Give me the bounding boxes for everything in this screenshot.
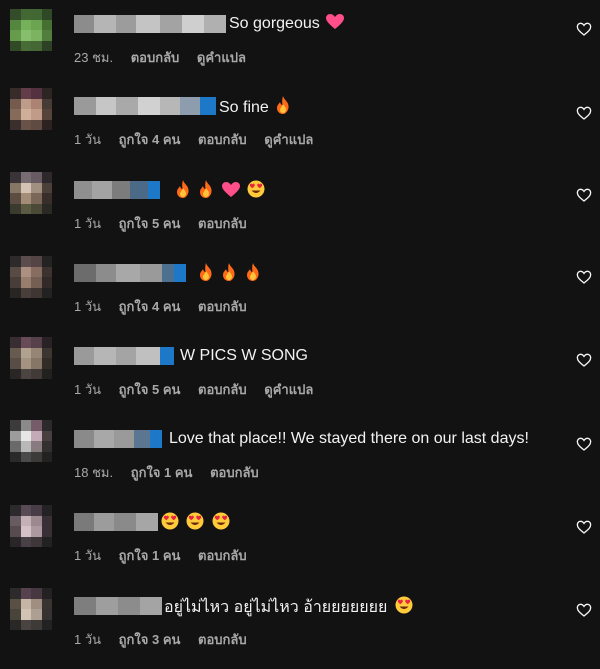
comment-meta: 1 วัน ถูกใจ 4 คน ตอบกลับ bbox=[74, 296, 261, 317]
reply-button[interactable]: ตอบกลับ bbox=[198, 382, 247, 397]
username-redacted[interactable] bbox=[74, 347, 174, 365]
avatar[interactable] bbox=[10, 88, 52, 130]
comment-time: 1 วัน bbox=[74, 216, 102, 231]
likes-count[interactable]: ถูกใจ 5 คน bbox=[119, 382, 181, 397]
comment-time: 18 ชม. bbox=[74, 465, 114, 480]
pink-heart-emoji bbox=[221, 182, 240, 204]
comment-meta: 1 วัน ถูกใจ 5 คน ตอบกลับ bbox=[74, 213, 261, 234]
comment-item: 1 วัน ถูกใจ 5 คน ตอบกลับ bbox=[0, 172, 600, 253]
heart-outline-icon[interactable] bbox=[576, 21, 592, 37]
avatar[interactable] bbox=[10, 172, 52, 214]
comment-item: So fine 1 วัน ถูกใจ 4 คน ตอบกลับ ดูคำแปล bbox=[0, 88, 600, 169]
reply-button[interactable]: ตอบกลับ bbox=[198, 216, 247, 231]
heart-eyes-emoji bbox=[247, 180, 265, 204]
comment-time: 1 วัน bbox=[74, 299, 102, 314]
comment-text-body: W PICS W SONG bbox=[180, 347, 308, 364]
comment-item: อยู่ไม่ไหว อยู่ไม่ไหว อ้ายยยยยยย 1 วัน ถ… bbox=[0, 588, 600, 669]
translate-button[interactable]: ดูคำแปล bbox=[264, 382, 313, 397]
likes-count[interactable]: ถูกใจ 4 คน bbox=[119, 132, 181, 147]
comment-meta: 1 วัน ถูกใจ 4 คน ตอบกลับ ดูคำแปล bbox=[74, 129, 327, 150]
pink-heart-emoji bbox=[325, 14, 344, 36]
comment-meta: 23 ชม. ตอบกลับ ดูคำแปล bbox=[74, 47, 260, 68]
avatar[interactable] bbox=[10, 588, 52, 630]
heart-eyes-emoji bbox=[186, 512, 204, 536]
heart-outline-icon[interactable] bbox=[576, 519, 592, 535]
likes-count[interactable]: ถูกใจ 1 คน bbox=[131, 465, 193, 480]
comment-item: 1 วัน ถูกใจ 1 คน ตอบกลับ bbox=[0, 505, 600, 585]
username-redacted[interactable] bbox=[74, 597, 162, 615]
comment-text-body: So fine bbox=[219, 99, 269, 116]
comment-text: So fine bbox=[219, 96, 291, 120]
avatar[interactable] bbox=[10, 420, 52, 462]
comment-item: W PICS W SONG 1 วัน ถูกใจ 5 คน ตอบกลับ ด… bbox=[0, 337, 600, 419]
reply-button[interactable]: ตอบกลับ bbox=[198, 632, 247, 647]
likes-count[interactable]: ถูกใจ 4 คน bbox=[119, 299, 181, 314]
comment-text-body: อยู่ไม่ไหว อยู่ไม่ไหว อ้ายยยยยยย bbox=[164, 599, 388, 616]
comment-time: 1 วัน bbox=[74, 548, 102, 563]
likes-count[interactable]: ถูกใจ 1 คน bbox=[119, 548, 181, 563]
reply-button[interactable]: ตอบกลับ bbox=[198, 299, 247, 314]
username-redacted[interactable] bbox=[74, 97, 216, 115]
avatar[interactable] bbox=[10, 9, 52, 51]
reply-button[interactable]: ตอบกลับ bbox=[210, 465, 259, 480]
fire-emoji bbox=[175, 180, 191, 204]
fire-emoji bbox=[198, 180, 214, 204]
fire-emoji bbox=[221, 263, 237, 287]
heart-outline-icon[interactable] bbox=[576, 269, 592, 285]
username-redacted[interactable] bbox=[74, 264, 186, 282]
avatar[interactable] bbox=[10, 505, 52, 547]
heart-outline-icon[interactable] bbox=[576, 105, 592, 121]
comment-time: 1 วัน bbox=[74, 632, 102, 647]
comment-text: อยู่ไม่ไหว อยู่ไม่ไหว อ้ายยยยยยย bbox=[164, 596, 413, 620]
comment-meta: 18 ชม. ถูกใจ 1 คน ตอบกลับ bbox=[74, 462, 273, 483]
heart-eyes-emoji bbox=[212, 512, 230, 536]
comment-text: W PICS W SONG bbox=[180, 346, 308, 366]
username-redacted[interactable] bbox=[74, 513, 158, 531]
reply-button[interactable]: ตอบกลับ bbox=[131, 50, 180, 65]
translate-button[interactable]: ดูคำแปล bbox=[197, 50, 246, 65]
heart-eyes-emoji bbox=[395, 596, 413, 620]
reply-button[interactable]: ตอบกลับ bbox=[198, 132, 247, 147]
comment-item: Love that place!! We stayed there on our… bbox=[0, 420, 600, 502]
comment-text: So gorgeous bbox=[229, 14, 344, 36]
username-redacted[interactable] bbox=[74, 430, 162, 448]
comment-item: 1 วัน ถูกใจ 4 คน ตอบกลับ bbox=[0, 256, 600, 336]
comment-text bbox=[158, 512, 230, 536]
likes-count[interactable]: ถูกใจ 5 คน bbox=[119, 216, 181, 231]
heart-outline-icon[interactable] bbox=[576, 436, 592, 452]
translate-button[interactable]: ดูคำแปล bbox=[264, 132, 313, 147]
reply-button[interactable]: ตอบกลับ bbox=[198, 548, 247, 563]
comment-text bbox=[172, 180, 265, 204]
heart-outline-icon[interactable] bbox=[576, 187, 592, 203]
comment-text-body: Love that place!! We stayed there on our… bbox=[169, 430, 529, 447]
comment-time: 23 ชม. bbox=[74, 50, 114, 65]
comment-meta: 1 วัน ถูกใจ 5 คน ตอบกลับ ดูคำแปล bbox=[74, 379, 327, 400]
comment-meta: 1 วัน ถูกใจ 3 คน ตอบกลับ bbox=[74, 629, 261, 650]
comment-text-body: So gorgeous bbox=[229, 15, 320, 32]
heart-outline-icon[interactable] bbox=[576, 602, 592, 618]
fire-emoji bbox=[275, 96, 291, 120]
avatar[interactable] bbox=[10, 256, 52, 298]
username-redacted[interactable] bbox=[74, 15, 226, 33]
fire-emoji bbox=[198, 263, 214, 287]
comment-time: 1 วัน bbox=[74, 382, 102, 397]
heart-outline-icon[interactable] bbox=[576, 352, 592, 368]
avatar[interactable] bbox=[10, 337, 52, 379]
comment-text: Love that place!! We stayed there on our… bbox=[169, 429, 529, 449]
comment-text bbox=[195, 263, 261, 287]
username-redacted[interactable] bbox=[74, 181, 160, 199]
comment-time: 1 วัน bbox=[74, 132, 102, 147]
comment-item: So gorgeous 23 ชม. ตอบกลับ ดูคำแปล bbox=[0, 9, 600, 87]
comment-meta: 1 วัน ถูกใจ 1 คน ตอบกลับ bbox=[74, 545, 261, 566]
fire-emoji bbox=[245, 263, 261, 287]
heart-eyes-emoji bbox=[161, 512, 179, 536]
likes-count[interactable]: ถูกใจ 3 คน bbox=[119, 632, 181, 647]
